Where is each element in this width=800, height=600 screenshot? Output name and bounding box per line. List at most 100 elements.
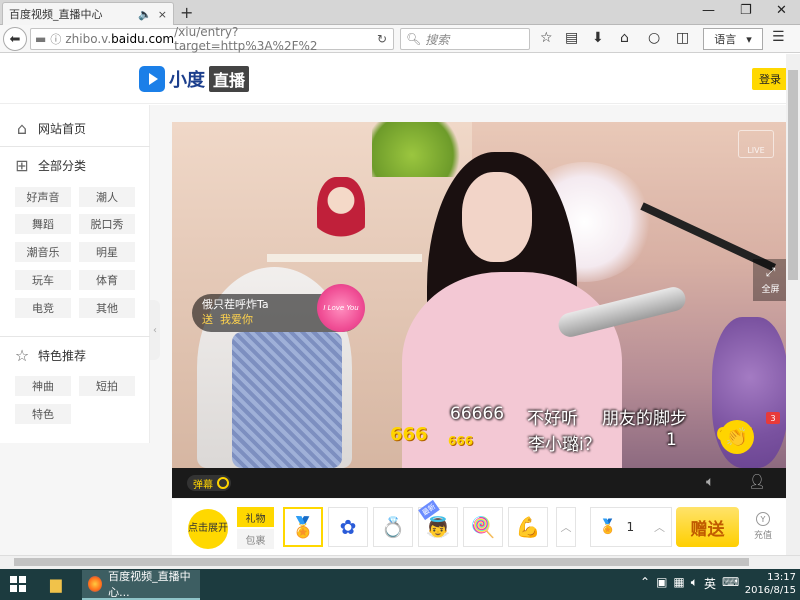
logo-name: 小度 bbox=[169, 70, 205, 91]
horizontal-scroll-thumb[interactable] bbox=[14, 558, 749, 566]
grid-icon: ⊞ bbox=[15, 156, 29, 175]
minimize-button[interactable]: — bbox=[702, 3, 715, 18]
cheer-icon: 💪 bbox=[515, 515, 541, 539]
pocket-icon[interactable]: ◫ bbox=[676, 30, 689, 46]
category-tag[interactable]: 明星 bbox=[79, 242, 135, 262]
featured-tag[interactable]: 神曲 bbox=[15, 376, 71, 396]
featured-tag[interactable]: 特色 bbox=[15, 404, 71, 424]
recharge-button[interactable]: Y 充值 bbox=[750, 512, 776, 546]
divider bbox=[0, 146, 150, 147]
url-domain: baidu.com bbox=[111, 32, 175, 46]
doll-image bbox=[317, 177, 365, 255]
category-tag[interactable]: 舞蹈 bbox=[15, 214, 71, 234]
volume-icon[interactable]: 🔈︎ bbox=[691, 575, 698, 592]
home-icon[interactable]: ⌂ bbox=[620, 30, 629, 46]
dropdown-icon: ▾ bbox=[746, 32, 752, 46]
medal-icon: 🏅 bbox=[599, 519, 617, 535]
tab-close-icon[interactable]: × bbox=[158, 8, 167, 21]
restore-button[interactable]: ❐ bbox=[740, 3, 752, 18]
folder-icon: ▬ bbox=[35, 32, 47, 46]
arrow-left-icon: ⬅ bbox=[9, 31, 21, 47]
toggle-knob bbox=[217, 477, 229, 489]
network-icon[interactable]: ▣ bbox=[656, 575, 667, 592]
menu-icon[interactable]: ☰ bbox=[772, 29, 785, 45]
gift-scroll-button[interactable]: ︿ bbox=[556, 507, 576, 547]
category-tag[interactable]: 体育 bbox=[79, 270, 135, 290]
count-badge: 3 bbox=[766, 412, 780, 424]
gift-blue-rose[interactable]: ✿ bbox=[328, 507, 368, 547]
url-path: /xiu/entry?target=http%3A%2F%2 bbox=[174, 25, 318, 53]
ime-indicator[interactable]: 英 bbox=[704, 575, 716, 592]
user-icon[interactable]: 👤︎ bbox=[748, 474, 766, 490]
page-header bbox=[0, 54, 800, 104]
color-icon[interactable]: ▦ bbox=[673, 575, 684, 592]
video-control-bar bbox=[172, 468, 788, 498]
danmu-toggle[interactable]: 弹幕 bbox=[187, 475, 231, 491]
category-tag[interactable]: 玩车 bbox=[15, 270, 71, 290]
sidebar-item-all-categories[interactable]: ⊞ 全部分类 bbox=[14, 156, 86, 175]
search-placeholder: 搜索 bbox=[425, 32, 450, 47]
taskbar-clock[interactable]: 13:17 2016/8/15 bbox=[738, 571, 796, 597]
info-icon[interactable]: ⓘ bbox=[50, 31, 61, 47]
category-tag[interactable]: 潮人 bbox=[79, 187, 135, 207]
chat-icon[interactable]: ○ bbox=[648, 30, 660, 46]
tray-up-icon[interactable]: ⌃ bbox=[640, 575, 650, 592]
heart-text: I Love You bbox=[323, 304, 359, 312]
clap-hand-icon: 👏 bbox=[720, 420, 754, 454]
shelf-image bbox=[267, 254, 422, 262]
tab-bag[interactable]: 包裹 bbox=[237, 529, 274, 549]
browser-tab[interactable]: 百度视频_直播中心 🔈 × bbox=[2, 2, 174, 25]
tab-gift[interactable]: 礼物 bbox=[237, 507, 274, 527]
close-window-button[interactable]: ✕ bbox=[776, 3, 787, 18]
category-tag[interactable]: 电竞 bbox=[15, 298, 71, 318]
expand-icon: ⤢ bbox=[765, 265, 776, 279]
url-prefix: zhibo.v. bbox=[65, 32, 112, 46]
sidebar-item-label: 网站首页 bbox=[38, 122, 87, 136]
emoji-666-small: 666 bbox=[448, 434, 474, 448]
sidebar-item-home[interactable]: ⌂ 网站首页 bbox=[14, 119, 86, 138]
volume-icon[interactable]: 🔈︎ bbox=[706, 474, 714, 490]
file-explorer-icon[interactable]: ▆ bbox=[50, 575, 62, 593]
gift-cheer[interactable]: 💪 bbox=[508, 507, 548, 547]
gift-lollipop[interactable]: 🍭 bbox=[463, 507, 503, 547]
speaker-icon[interactable]: 🔈 bbox=[138, 8, 152, 21]
lollipop-icon: 🍭 bbox=[470, 515, 496, 539]
bookmark-star-icon[interactable]: ☆ bbox=[540, 30, 553, 46]
quantity-value: 1 bbox=[626, 520, 635, 534]
login-button[interactable]: 登录 bbox=[752, 68, 788, 90]
quantity-stepper[interactable]: 🏅 1 ︿ bbox=[590, 507, 672, 547]
language-button[interactable]: 语言 ▾ bbox=[703, 28, 763, 50]
category-tag[interactable]: 潮音乐 bbox=[15, 242, 71, 262]
search-input[interactable]: 🔍︎ 搜索 bbox=[400, 28, 530, 50]
keyboard-icon[interactable]: ⌨ bbox=[722, 575, 739, 592]
back-button[interactable]: ⬅ bbox=[3, 27, 27, 51]
star-icon: ☆ bbox=[14, 346, 30, 365]
reload-icon[interactable]: ↻ bbox=[377, 32, 387, 46]
url-bar[interactable]: ▬ ⓘ zhibo.v. baidu.com/xiu/entry?target=h… bbox=[30, 25, 394, 53]
expand-gifts-button[interactable]: 点击展开 bbox=[188, 509, 228, 549]
category-tag[interactable]: 好声音 bbox=[15, 187, 71, 207]
recharge-label: 充值 bbox=[753, 531, 772, 541]
gift-ring[interactable]: 💍 bbox=[373, 507, 413, 547]
sidebar-collapse-button[interactable]: ‹ bbox=[150, 300, 160, 360]
fullscreen-button[interactable]: ⤢ 全屏 bbox=[753, 259, 788, 301]
send-gift-button[interactable]: 赠送 bbox=[676, 507, 739, 547]
chevron-up-icon: ︿ bbox=[560, 521, 572, 534]
reading-list-icon[interactable]: ▤ bbox=[565, 30, 578, 46]
home-icon: ⌂ bbox=[16, 119, 28, 138]
category-tag[interactable]: 其他 bbox=[79, 298, 135, 318]
live-watermark: LIVE bbox=[738, 130, 774, 158]
sidebar-item-featured[interactable]: ☆ 特色推荐 bbox=[14, 346, 86, 365]
category-tag[interactable]: 脱口秀 bbox=[79, 214, 135, 234]
taskbar-firefox-button[interactable]: 百度视频_直播中心... bbox=[82, 570, 200, 600]
site-logo[interactable]: 小度 直播 bbox=[139, 66, 250, 92]
vertical-scroll-thumb[interactable] bbox=[788, 70, 798, 280]
new-tab-button[interactable]: + bbox=[180, 3, 193, 22]
featured-tag[interactable]: 短拍 bbox=[79, 376, 135, 396]
chevron-up-icon[interactable]: ︿ bbox=[654, 519, 665, 535]
gift-medal[interactable]: 🏅 bbox=[283, 507, 323, 547]
windows-start-icon[interactable] bbox=[10, 576, 26, 592]
chair-seat-image bbox=[232, 332, 342, 468]
download-icon[interactable]: ⬇ bbox=[592, 30, 604, 46]
video-player[interactable]: LIVE ⤢ 全屏 俄只茬呼炸Ta 送 我爱你 I Love You 66666… bbox=[172, 122, 788, 468]
